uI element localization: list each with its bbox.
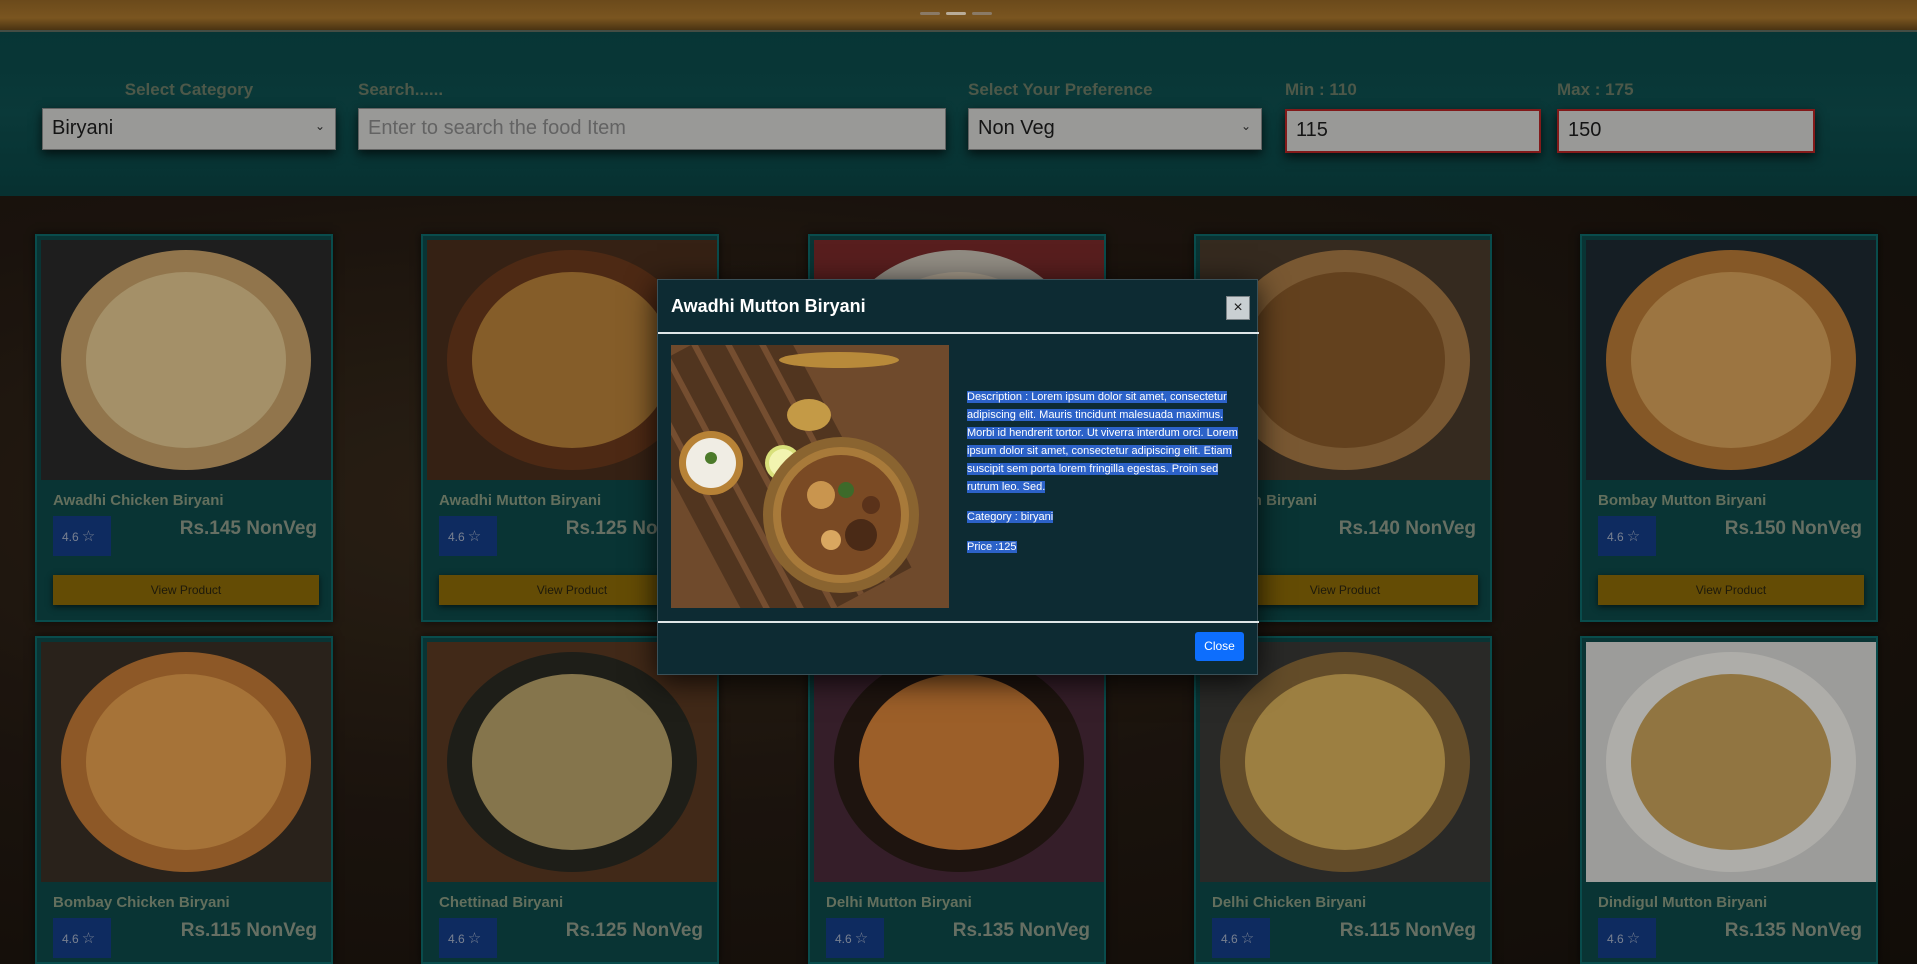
modal-footer-divider bbox=[658, 621, 1259, 623]
product-modal: Awadhi Mutton Biryani × Description: Lo… bbox=[657, 279, 1259, 675]
carousel-dot-active[interactable] bbox=[946, 12, 966, 15]
modal-header-divider bbox=[658, 332, 1259, 334]
modal-product-image bbox=[671, 345, 949, 608]
top-banner bbox=[0, 0, 1917, 30]
carousel-dot[interactable] bbox=[972, 12, 992, 15]
modal-description: Description : Lorem ipsum dolor sit amet… bbox=[967, 391, 1238, 493]
modal-close-button[interactable]: Close bbox=[1195, 632, 1244, 661]
modal-title: Awadhi Mutton Biryani bbox=[671, 296, 866, 316]
modal-details: Description : Lorem ipsum dolor sit amet… bbox=[967, 388, 1249, 568]
close-icon[interactable]: × bbox=[1226, 296, 1250, 320]
modal-category: Category : biryani bbox=[967, 511, 1054, 523]
carousel-dot[interactable] bbox=[920, 12, 940, 15]
modal-price: Price :125 bbox=[967, 541, 1017, 553]
carousel-indicators[interactable] bbox=[920, 12, 992, 15]
